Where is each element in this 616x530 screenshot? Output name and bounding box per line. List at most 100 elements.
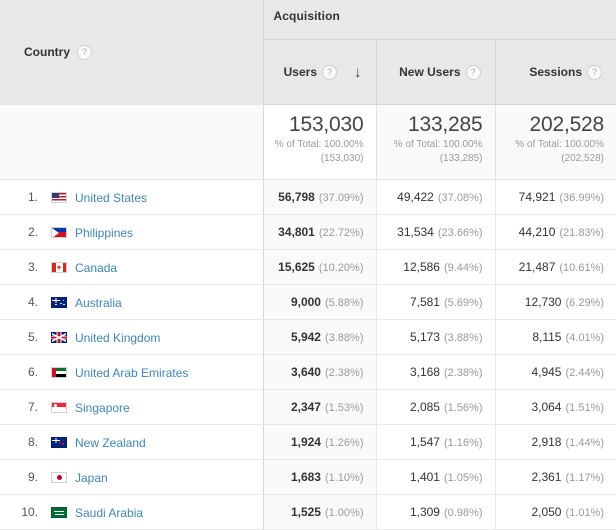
row-sessions-value: 4,945 bbox=[531, 365, 562, 379]
row-new-users-pct: (3.88%) bbox=[443, 332, 483, 344]
column-header-new-users[interactable]: New Users ? bbox=[376, 39, 496, 105]
row-new-users-cell: 1,309 (0.98%) bbox=[376, 494, 496, 530]
row-rank: 5. bbox=[27, 330, 38, 345]
table-row: 7. Singapore 2,347 (1.53%) 2,085 (1.56%) 3,064… bbox=[0, 389, 616, 425]
row-new-users-cell: 49,422 (37.08%) bbox=[376, 179, 496, 215]
help-icon[interactable]: ? bbox=[465, 64, 481, 80]
summary-blank-cell bbox=[0, 104, 264, 180]
row-rank: 4. bbox=[27, 295, 38, 310]
row-sessions-value: 2,050 bbox=[531, 505, 562, 519]
row-country-cell: 3. Canada bbox=[0, 249, 264, 285]
row-new-users-cell: 7,581 (5.69%) bbox=[376, 284, 496, 320]
row-sessions-value: 8,115 bbox=[532, 330, 562, 344]
row-sessions-cell: 2,361 (1.17%) bbox=[495, 459, 616, 495]
table-row: 1. United States 56,798 (37.09%) 49,422 (37.0… bbox=[0, 179, 616, 215]
row-country-cell: 7. Singapore bbox=[0, 389, 264, 425]
dimension-header-label-wrap: Country ? bbox=[24, 44, 92, 60]
flag-canada-icon bbox=[51, 261, 67, 273]
flag-united-kingdom-icon bbox=[51, 331, 67, 343]
row-sessions-value: 12,730 bbox=[524, 295, 562, 309]
row-sessions-cell: 2,050 (1.01%) bbox=[495, 494, 616, 530]
row-sessions-pct: (6.29%) bbox=[565, 297, 605, 309]
country-acquisition-table: Country ? Acquisition Users ? ↓ New User… bbox=[0, 0, 616, 530]
row-country-cell: 2. Philippines bbox=[0, 214, 264, 250]
summary-sessions-total: (202,528) bbox=[561, 153, 605, 164]
row-users-value: 3,640 bbox=[290, 365, 321, 379]
row-users-cell: 3,640 (2.38%) bbox=[263, 354, 377, 390]
country-link[interactable]: Singapore bbox=[75, 400, 130, 414]
flag-saudi-arabia-icon bbox=[51, 506, 67, 518]
country-link[interactable]: United States bbox=[75, 190, 147, 204]
table-row: 4. Australia 9,000 (5.88%) 7,581 (5.69%) 12,73… bbox=[0, 284, 616, 320]
summary-new-users-total: (133,285) bbox=[439, 153, 483, 164]
row-rank: 7. bbox=[27, 400, 38, 415]
summary-new-users-value: 133,285 bbox=[407, 113, 483, 136]
country-link[interactable]: New Zealand bbox=[75, 435, 146, 449]
row-new-users-value: 1,547 bbox=[409, 435, 440, 449]
row-sessions-pct: (4.01%) bbox=[565, 332, 605, 344]
row-sessions-pct: (1.01%) bbox=[565, 507, 605, 519]
row-sessions-pct: (10.61%) bbox=[559, 262, 605, 274]
row-sessions-value: 74,921 bbox=[518, 190, 556, 204]
row-users-value: 2,347 bbox=[290, 400, 321, 414]
row-new-users-pct: (1.16%) bbox=[443, 437, 483, 449]
row-new-users-value: 1,309 bbox=[409, 505, 440, 519]
row-users-value: 1,525 bbox=[290, 505, 321, 519]
row-new-users-value: 1,401 bbox=[409, 470, 440, 484]
row-country-cell: 8. New Zealand bbox=[0, 424, 264, 460]
table-row: 6. United Arab Emirates 3,640 (2.38%) 3,168(… bbox=[0, 354, 616, 390]
row-new-users-pct: (9.44%) bbox=[443, 262, 483, 274]
row-new-users-cell: 3,168 (2.38%) bbox=[376, 354, 496, 390]
country-link[interactable]: Canada bbox=[75, 260, 117, 274]
row-users-value: 1,683 bbox=[290, 470, 321, 484]
row-users-pct: (1.26%) bbox=[324, 437, 364, 449]
row-users-cell: 1,525 (1.00%) bbox=[263, 494, 377, 530]
row-users-cell: 2,347 (1.53%) bbox=[263, 389, 377, 425]
row-country-cell: 9. Japan bbox=[0, 459, 264, 495]
summary-cell-users: 153,030 % of Total: 100.00% (153,030) bbox=[263, 104, 377, 180]
column-header-users[interactable]: Users ? ↓ bbox=[263, 39, 377, 105]
row-users-cell: 1,924 (1.26%) bbox=[263, 424, 377, 460]
row-users-pct: (1.00%) bbox=[324, 507, 364, 519]
summary-users-value: 153,030 bbox=[288, 113, 364, 136]
help-icon[interactable]: ? bbox=[322, 64, 337, 80]
row-country-cell: 6. United Arab Emirates bbox=[0, 354, 264, 390]
country-link[interactable]: Australia bbox=[75, 295, 122, 309]
help-icon[interactable]: ? bbox=[77, 44, 92, 60]
column-header-new-users-inner: New Users ? bbox=[399, 64, 481, 80]
summary-sessions-pct: % of Total: 100.00% bbox=[515, 139, 605, 150]
row-sessions-pct: (21.83%) bbox=[559, 227, 605, 239]
country-link[interactable]: Japan bbox=[75, 470, 108, 484]
country-link[interactable]: United Kingdom bbox=[75, 330, 160, 344]
row-sessions-cell: 21,487 (10.61%) bbox=[495, 249, 616, 285]
row-rank: 9. bbox=[27, 470, 38, 485]
row-users-pct: (3.88%) bbox=[324, 332, 364, 344]
row-rank: 2. bbox=[27, 225, 38, 240]
help-icon[interactable]: ? bbox=[587, 64, 603, 80]
country-link[interactable]: United Arab Emirates bbox=[75, 365, 188, 379]
row-new-users-pct: (0.98%) bbox=[443, 507, 483, 519]
row-new-users-cell: 1,547 (1.16%) bbox=[376, 424, 496, 460]
row-new-users-value: 12,586 bbox=[403, 260, 440, 274]
row-new-users-pct: (1.56%) bbox=[443, 402, 483, 414]
row-sessions-cell: 12,730 (6.29%) bbox=[495, 284, 616, 320]
country-link[interactable]: Saudi Arabia bbox=[75, 505, 143, 519]
dimension-header-cell[interactable]: Country ? bbox=[0, 0, 264, 105]
row-users-cell: 9,000 (5.88%) bbox=[263, 284, 377, 320]
row-users-pct: (10.20%) bbox=[318, 262, 364, 274]
sort-descending-icon[interactable]: ↓ bbox=[354, 65, 362, 80]
table-row: 9. Japan 1,683 (1.10%) 1,401 (1.05%) 2,361 (1.1… bbox=[0, 459, 616, 495]
table-row: 10. Saudi Arabia 1,525 (1.00%) 1,309 (0.98%) 2… bbox=[0, 494, 616, 530]
row-sessions-cell: 4,945 (2.44%) bbox=[495, 354, 616, 390]
row-users-value: 5,942 bbox=[290, 330, 321, 344]
row-new-users-value: 31,534 bbox=[397, 225, 434, 239]
column-header-sessions[interactable]: Sessions ? bbox=[495, 39, 616, 105]
summary-users-total: (153,030) bbox=[320, 153, 364, 164]
row-sessions-pct: (1.51%) bbox=[565, 402, 605, 414]
row-rank: 6. bbox=[27, 365, 38, 380]
row-users-cell: 34,801 (22.72%) bbox=[263, 214, 377, 250]
row-sessions-value: 44,210 bbox=[518, 225, 556, 239]
row-sessions-pct: (1.17%) bbox=[565, 472, 605, 484]
row-new-users-cell: 2,085 (1.56%) bbox=[376, 389, 496, 425]
country-link[interactable]: Philippines bbox=[75, 225, 133, 239]
